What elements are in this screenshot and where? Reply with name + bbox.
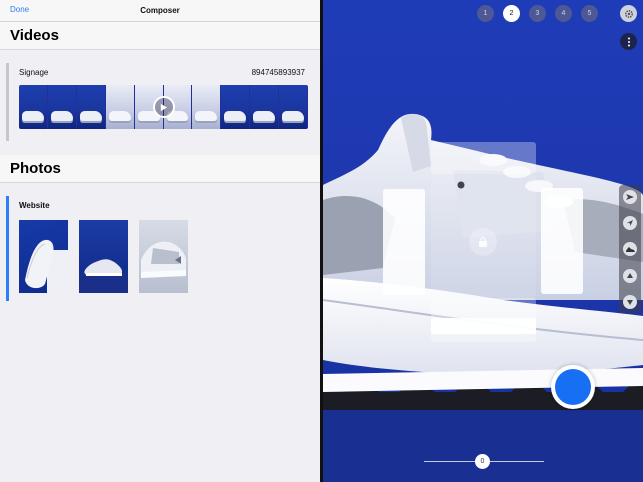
photos-list: Website — [0, 183, 320, 313]
filmstrip-frame — [19, 85, 48, 129]
tool-rail — [619, 185, 641, 313]
photo-card-label: Website — [19, 201, 50, 210]
done-button[interactable]: Done — [10, 5, 29, 14]
crop-handle-left[interactable] — [383, 189, 425, 295]
videos-section-title: Videos — [10, 27, 59, 44]
page-button-active[interactable]: 2 — [503, 5, 520, 22]
zoom-slider-knob[interactable]: 0 — [475, 454, 490, 469]
filmstrip-frame — [279, 85, 308, 129]
photos-section: Photos Website — [0, 155, 320, 313]
photo-card-website[interactable]: Website — [6, 196, 314, 301]
videos-section: Signage 894745893937 — [0, 50, 320, 155]
page-button[interactable]: 5 — [581, 5, 598, 22]
record-button[interactable] — [551, 365, 595, 409]
crop-handle-right[interactable] — [541, 188, 583, 294]
filmstrip-frame — [221, 85, 251, 129]
videos-section-header: Videos — [0, 22, 320, 50]
video-card-signage[interactable]: Signage 894745893937 — [6, 63, 314, 141]
video-filmstrip[interactable] — [19, 85, 308, 129]
page-title: Composer — [140, 6, 180, 15]
crop-handle-top[interactable] — [431, 142, 536, 174]
navigate-icon[interactable] — [623, 216, 637, 230]
filmstrip-frame — [47, 85, 77, 129]
video-card-label: Signage — [19, 68, 49, 77]
filmstrip-frame — [192, 85, 222, 129]
filmstrip-frame — [76, 85, 106, 129]
send-icon[interactable] — [623, 190, 637, 204]
photos-section-title: Photos — [10, 160, 61, 177]
filmstrip-frame — [250, 85, 280, 129]
camera-preview: 1 2 3 4 5 0 — [323, 0, 643, 482]
composer-panel: Done Composer Videos Signage 89474589393… — [0, 0, 320, 482]
play-icon[interactable] — [152, 96, 175, 118]
page-button[interactable]: 4 — [555, 5, 572, 22]
page-button[interactable]: 3 — [529, 5, 546, 22]
lock-icon[interactable] — [469, 228, 497, 256]
photo-thumbnail[interactable] — [19, 220, 68, 293]
crop-handle-bottom-bar[interactable] — [431, 318, 536, 334]
photo-thumbnail[interactable] — [79, 220, 128, 293]
gear-icon[interactable] — [620, 5, 637, 22]
app-root: Done Composer Videos Signage 89474589393… — [0, 0, 643, 482]
navigation-bar: Done Composer — [0, 0, 320, 22]
record-icon — [555, 369, 591, 405]
page-button[interactable]: 1 — [477, 5, 494, 22]
more-options-icon[interactable] — [620, 33, 637, 50]
video-card-id: 894745893937 — [251, 68, 305, 77]
page-selector: 1 2 3 4 5 — [477, 5, 607, 22]
photo-thumbnail[interactable] — [139, 220, 188, 293]
photos-section-header: Photos — [0, 155, 320, 183]
sneaker-icon[interactable] — [623, 242, 637, 256]
chevron-up-icon[interactable] — [623, 269, 637, 283]
filmstrip-frame — [105, 85, 135, 129]
chevron-down-icon[interactable] — [623, 295, 637, 309]
